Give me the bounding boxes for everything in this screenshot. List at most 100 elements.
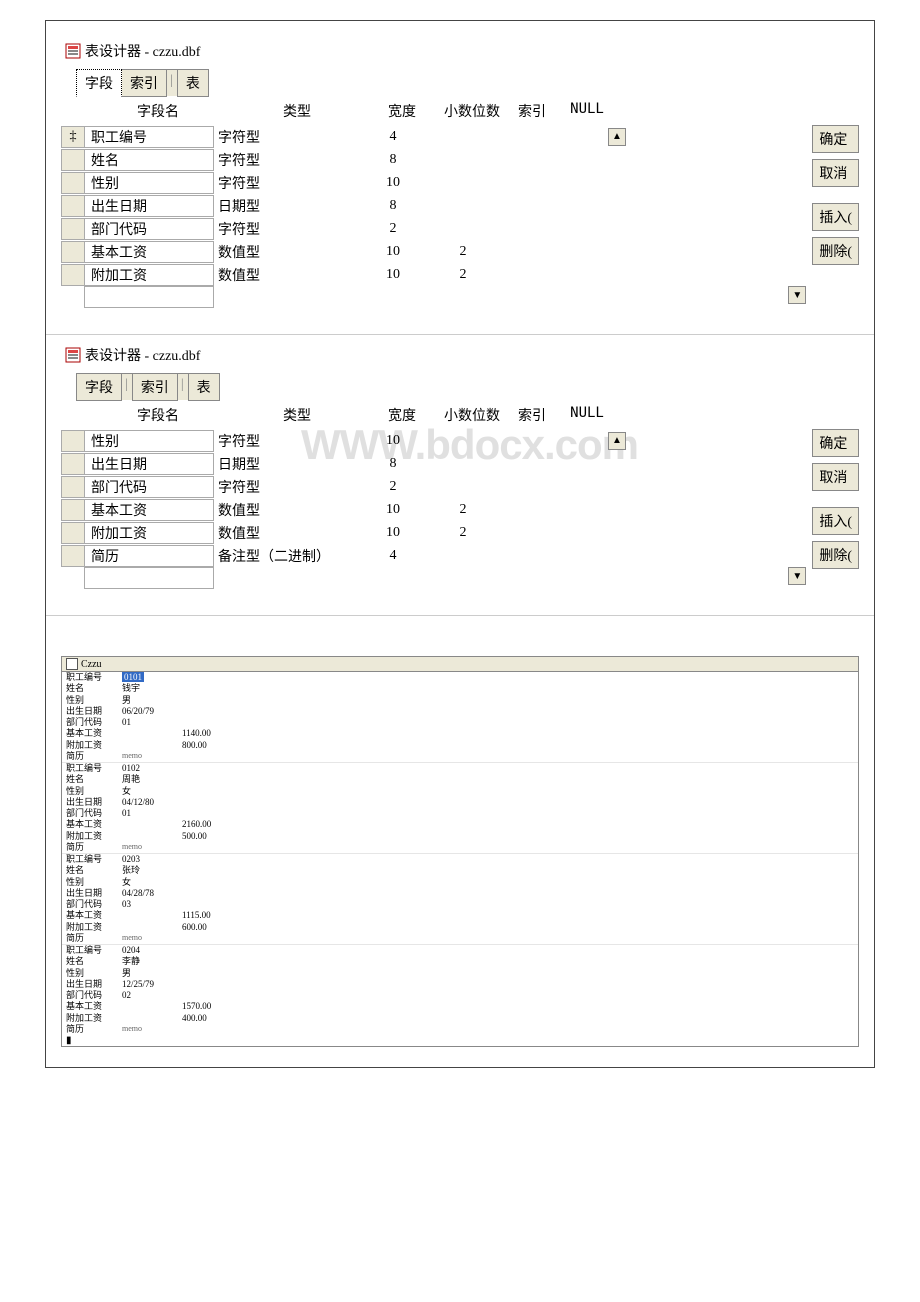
field-name[interactable]: 性别 [84, 430, 214, 452]
row-handle[interactable] [61, 499, 85, 521]
field-name[interactable]: 性别 [84, 172, 214, 194]
insert-button[interactable]: 插入( [812, 507, 859, 535]
field-width[interactable]: 10 [358, 267, 428, 283]
field-name[interactable]: 出生日期 [84, 195, 214, 217]
field-name[interactable]: 出生日期 [84, 453, 214, 475]
field-width[interactable]: 10 [358, 175, 428, 191]
field-type[interactable]: 字符型 [214, 173, 358, 193]
cancel-button[interactable]: 取消 [812, 463, 859, 491]
row-handle[interactable] [61, 172, 85, 194]
tab-table[interactable]: 表 [188, 373, 220, 401]
tab-fields[interactable]: 字段 [76, 69, 122, 97]
table-row[interactable]: 简历备注型（二进制）4 [61, 544, 806, 567]
field-width[interactable]: 10 [358, 502, 428, 518]
field-type[interactable]: 备注型（二进制） [214, 546, 358, 566]
row-handle[interactable] [61, 149, 85, 171]
scroll-down-icon[interactable]: ▼ [788, 286, 806, 304]
ok-button[interactable]: 确定 [812, 429, 859, 457]
field-decimal[interactable]: 2 [428, 267, 498, 283]
field-name[interactable]: 姓名 [84, 149, 214, 171]
empty-row[interactable]: ▼ [61, 286, 806, 309]
field-width[interactable]: 8 [358, 152, 428, 168]
tab-index[interactable]: 索引 [132, 373, 178, 401]
table-row[interactable]: 基本工资数值型102 [61, 240, 806, 263]
field-width[interactable]: 10 [358, 244, 428, 260]
field-width[interactable]: 10 [358, 525, 428, 541]
row-handle[interactable] [61, 195, 85, 217]
table-row[interactable]: 基本工资数值型102 [61, 498, 806, 521]
row-handle[interactable] [61, 476, 85, 498]
table-row[interactable]: 附加工资数值型102 [61, 521, 806, 544]
delete-button[interactable]: 删除( [812, 237, 859, 265]
field-type[interactable]: 日期型 [214, 454, 358, 474]
row-handle[interactable] [61, 430, 85, 452]
ok-button[interactable]: 确定 [812, 125, 859, 153]
tab-fields[interactable]: 字段 [76, 373, 122, 401]
field-decimal[interactable]: 2 [428, 244, 498, 260]
row-handle[interactable] [61, 545, 85, 567]
table-row[interactable]: 部门代码字符型2 [61, 217, 806, 240]
field-name[interactable]: 基本工资 [84, 499, 214, 521]
insert-button[interactable]: 插入( [812, 203, 859, 231]
designer-title: 表设计器 - czzu.dbf [61, 345, 859, 365]
field-width[interactable]: 8 [358, 198, 428, 214]
table-row[interactable]: 部门代码字符型2 [61, 475, 806, 498]
row-handle[interactable] [61, 453, 85, 475]
row-handle[interactable] [61, 241, 85, 263]
record[interactable]: 职工编号0203姓名张玲性别女出生日期04/28/78部门代码03基本工资111… [62, 853, 858, 944]
delete-button[interactable]: 删除( [812, 541, 859, 569]
row-handle[interactable] [61, 218, 85, 240]
scroll-up-icon[interactable]: ▲ [608, 432, 626, 450]
record[interactable]: 职工编号0102姓名周艳性别女出生日期04/12/80部门代码01基本工资216… [62, 762, 858, 853]
field-name[interactable]: 部门代码 [84, 218, 214, 240]
header-type: 类型 [223, 405, 367, 425]
field-decimal[interactable]: 2 [428, 502, 498, 518]
scroll-down-icon[interactable]: ▼ [788, 567, 806, 585]
field-type[interactable]: 数值型 [214, 523, 358, 543]
field-name[interactable]: 附加工资 [84, 522, 214, 544]
table-row[interactable]: 性别字符型10 [61, 171, 806, 194]
empty-row[interactable]: ▼ [61, 567, 806, 590]
field-name[interactable]: 附加工资 [84, 264, 214, 286]
field-type[interactable]: 字符型 [214, 477, 358, 497]
field-type[interactable]: 日期型 [214, 196, 358, 216]
field-name[interactable]: 部门代码 [84, 476, 214, 498]
cancel-button[interactable]: 取消 [812, 159, 859, 187]
row-handle[interactable]: ‡ [61, 126, 85, 148]
field-width[interactable]: 4 [358, 129, 428, 145]
field-name[interactable]: 职工编号 [84, 126, 214, 148]
field-type[interactable]: 字符型 [214, 431, 358, 451]
table-row[interactable]: 附加工资数值型102 [61, 263, 806, 286]
field-type[interactable]: 字符型 [214, 127, 358, 147]
row-handle[interactable] [61, 522, 85, 544]
field-type[interactable]: 数值型 [214, 500, 358, 520]
table-row[interactable]: 出生日期日期型8 [61, 452, 806, 475]
field-width[interactable]: 4 [358, 548, 428, 564]
field-type[interactable]: 字符型 [214, 150, 358, 170]
record-field-label: 姓名 [66, 774, 122, 785]
field-type[interactable]: 字符型 [214, 219, 358, 239]
field-decimal[interactable]: 2 [428, 525, 498, 541]
table-row[interactable]: 姓名字符型8 [61, 148, 806, 171]
field-name[interactable]: 简历 [84, 545, 214, 567]
field-width[interactable]: 8 [358, 456, 428, 472]
tab-table[interactable]: 表 [177, 69, 209, 97]
field-width[interactable]: 2 [358, 479, 428, 495]
field-width[interactable]: 2 [358, 221, 428, 237]
table-row[interactable]: ‡职工编号字符型4 ▲ [61, 125, 806, 148]
scroll-up-icon[interactable]: ▲ [608, 128, 626, 146]
table-row[interactable]: 性别字符型10 ▲ [61, 429, 806, 452]
field-type[interactable]: 数值型 [214, 265, 358, 285]
field-type[interactable]: 数值型 [214, 242, 358, 262]
field-name[interactable]: 基本工资 [84, 241, 214, 263]
record-field-label: 性别 [66, 695, 122, 706]
field-width[interactable]: 10 [358, 433, 428, 449]
table-row[interactable]: 出生日期日期型8 [61, 194, 806, 217]
record[interactable]: 职工编号0101姓名钱宇性别男出生日期06/20/79部门代码01基本工资114… [62, 672, 858, 762]
record-field-value: 01 [122, 717, 131, 728]
record-field-label: 职工编号 [66, 763, 122, 774]
row-handle[interactable] [61, 264, 85, 286]
record-field-label: 简历 [66, 1024, 122, 1035]
record[interactable]: 职工编号0204姓名李静性别男出生日期12/25/79部门代码02基本工资157… [62, 944, 858, 1035]
tab-index[interactable]: 索引 [121, 69, 167, 97]
